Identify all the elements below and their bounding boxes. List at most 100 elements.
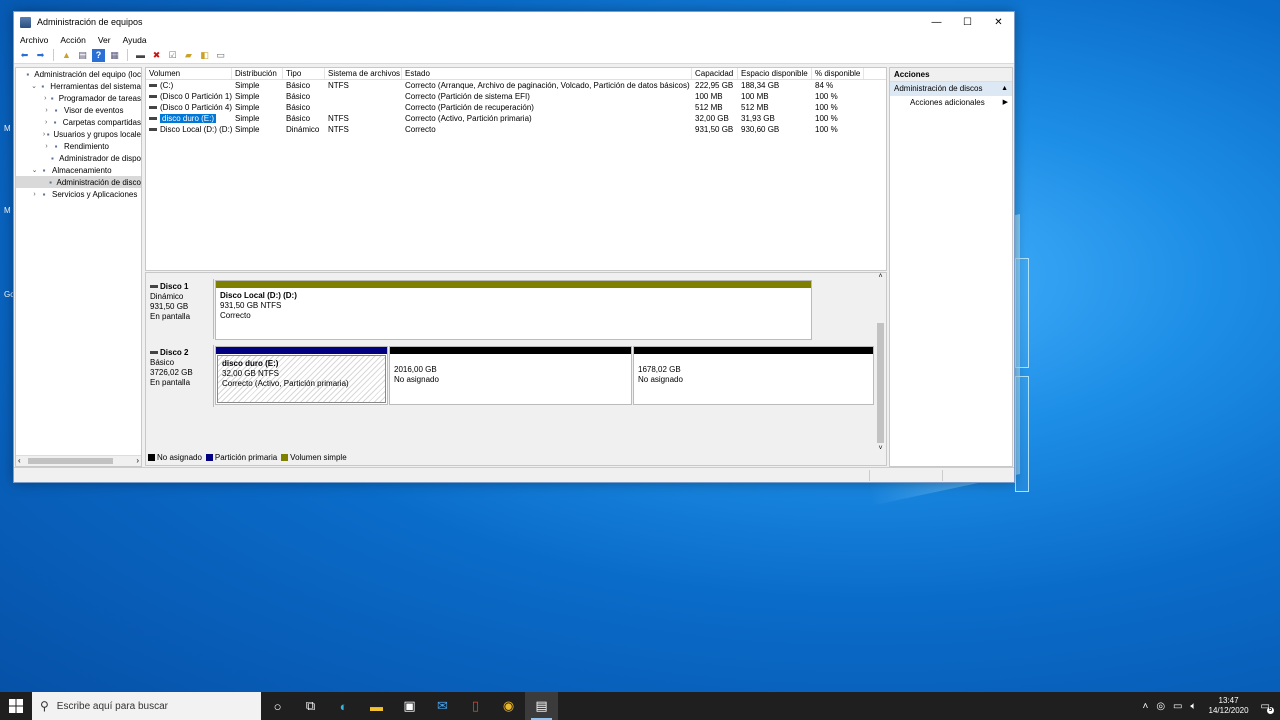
menu-accion[interactable]: Acción bbox=[60, 35, 86, 45]
notification-center-icon[interactable]: ▭ 5 bbox=[1261, 701, 1274, 714]
scroll-left-icon[interactable]: ‹ bbox=[18, 456, 21, 465]
table-cell: Simple bbox=[235, 92, 260, 101]
table-row[interactable]: disco duro (E:) Simple Básico NTFS Correcto … bbox=[146, 113, 886, 124]
table-cell: 32,00 GB bbox=[695, 114, 729, 123]
partition-disco-local-d[interactable]: Disco Local (D:) (D:) 931,50 GB NTFS Cor… bbox=[215, 280, 812, 340]
tree-item[interactable]: › ▪ Programador de tareas bbox=[16, 92, 141, 104]
tree-item[interactable]: › ▪ Visor de eventos bbox=[16, 104, 141, 116]
desktop-icon-label[interactable]: M bbox=[4, 124, 11, 133]
tree-item[interactable]: ▪ Administrador de dispo bbox=[16, 152, 141, 164]
expand-chevron-icon[interactable]: › bbox=[30, 191, 39, 198]
volume-icon[interactable]: 🔈︎ bbox=[1191, 701, 1197, 712]
close-button[interactable]: ✕ bbox=[983, 12, 1014, 32]
export-icon[interactable]: ▰ bbox=[182, 49, 195, 62]
scrollbar-thumb[interactable] bbox=[28, 458, 113, 464]
table-row[interactable]: (Disco 0 Partición 4) Simple Básico Correct… bbox=[146, 102, 886, 113]
actions-section-disk-management[interactable]: Administración de discos ▲ bbox=[890, 82, 1012, 96]
table-row[interactable]: (C:) Simple Básico NTFS Correcto (Arranque, … bbox=[146, 80, 886, 91]
disk-1-label[interactable]: Disco 1 Dinámico 931,50 GB En pantalla bbox=[146, 279, 214, 339]
column-header-capacidad[interactable]: Capacidad bbox=[692, 68, 738, 79]
tree-item[interactable]: › ▪ Usuarios y grupos locale bbox=[16, 128, 141, 140]
action-more-actions[interactable]: Acciones adicionales ▶ bbox=[890, 96, 1012, 110]
desktop-icon-label[interactable]: M bbox=[4, 206, 11, 215]
column-header-volumen[interactable]: Volumen bbox=[146, 68, 232, 79]
forward-arrow-icon[interactable]: ➡ bbox=[34, 49, 47, 62]
table-cell: Básico bbox=[286, 103, 311, 112]
expand-chevron-icon[interactable]: ⌄ bbox=[30, 82, 38, 90]
edge-icon[interactable]: ◐ bbox=[327, 692, 360, 720]
cortana-icon[interactable]: ○ bbox=[261, 692, 294, 720]
tree-item[interactable]: › ▪ Carpetas compartidas bbox=[16, 116, 141, 128]
tree-item[interactable]: ▪ Administración del equipo (loc bbox=[16, 68, 141, 80]
column-header-distribucion[interactable]: Distribución bbox=[232, 68, 283, 79]
meet-now-icon[interactable]: ◎ bbox=[1156, 701, 1165, 712]
scrollbar-thumb[interactable] bbox=[877, 323, 884, 443]
legend-item: No asignado bbox=[148, 453, 202, 462]
volume-name: (Disco 0 Partición 4) bbox=[160, 103, 232, 112]
menu-archivo[interactable]: Archivo bbox=[20, 35, 48, 45]
tree-item[interactable]: › ▪ Rendimiento bbox=[16, 140, 141, 152]
minimize-button[interactable]: — bbox=[921, 12, 952, 32]
mail-icon[interactable]: ✉ bbox=[426, 692, 459, 720]
file-explorer-icon[interactable]: ▬ bbox=[360, 692, 393, 720]
show-hidden-icons-chevron-icon[interactable]: ˄ bbox=[1142, 701, 1148, 712]
start-button[interactable] bbox=[0, 692, 32, 720]
table-row[interactable]: Disco Local (D:) (D:) Simple Dinámico NTFS C… bbox=[146, 124, 886, 135]
console-tree-icon[interactable]: ▤ bbox=[76, 49, 89, 62]
chrome-icon[interactable]: ◉ bbox=[492, 692, 525, 720]
table-cell: 100 % bbox=[815, 103, 838, 112]
maximize-button[interactable]: ☐ bbox=[952, 12, 983, 32]
scroll-up-icon[interactable]: ˄ bbox=[875, 273, 886, 281]
expand-chevron-icon[interactable]: › bbox=[42, 119, 50, 126]
tree-item[interactable]: ⌄ ▪ Herramientas del sistema bbox=[16, 80, 141, 92]
help-icon[interactable]: ? bbox=[92, 48, 105, 62]
console-tree: ▪ Administración del equipo (loc ⌄ ▪ Herrami… bbox=[15, 67, 142, 467]
store-icon[interactable]: ▣ bbox=[393, 692, 426, 720]
details-view-icon[interactable]: ▭ bbox=[214, 49, 227, 62]
computer-management-window: Administración de equipos — ☐ ✕ Archivo … bbox=[13, 11, 1015, 483]
clock[interactable]: 13:47 14/12/2020 bbox=[1209, 696, 1249, 716]
task-view-icon[interactable]: ⧉ bbox=[294, 692, 327, 720]
taskbar-search-box[interactable]: ⚲ Escribe aquí para buscar bbox=[32, 692, 261, 720]
delete-icon[interactable]: ✖ bbox=[150, 49, 163, 62]
menu-ver[interactable]: Ver bbox=[98, 35, 111, 45]
tree-item[interactable]: ▪ Administración de disco bbox=[16, 176, 141, 188]
computer-management-taskbar-icon[interactable]: ▤ bbox=[525, 692, 558, 720]
check-icon[interactable]: ☑ bbox=[166, 49, 179, 62]
column-header-estado[interactable]: Estado bbox=[402, 68, 692, 79]
table-cell: Dinámico bbox=[286, 125, 320, 134]
column-header-tipo[interactable]: Tipo bbox=[283, 68, 325, 79]
partition-disco-duro-e[interactable]: disco duro (E:) 32,00 GB NTFS Correcto (… bbox=[215, 346, 388, 405]
expand-chevron-icon[interactable]: ⌄ bbox=[30, 166, 39, 174]
scroll-down-icon[interactable]: ˅ bbox=[875, 445, 886, 453]
partition-unallocated-2[interactable]: 1678,02 GB No asignado bbox=[633, 346, 874, 405]
collapse-caret-icon[interactable]: ▲ bbox=[1001, 82, 1008, 96]
table-cell: NTFS bbox=[328, 125, 349, 134]
search-folder-icon[interactable]: ◧ bbox=[198, 49, 211, 62]
partition-unallocated-1[interactable]: 2016,00 GB No asignado bbox=[389, 346, 632, 405]
disk-2-label[interactable]: Disco 2 Básico 3726,02 GB En pantalla bbox=[146, 345, 214, 407]
expand-chevron-icon[interactable]: › bbox=[42, 107, 51, 114]
disk-graphical-view: Disco 1 Dinámico 931,50 GB En pantalla D… bbox=[145, 272, 887, 466]
tree-horizontal-scrollbar[interactable]: ‹ › bbox=[16, 455, 141, 466]
column-header-espacio-disponible[interactable]: Espacio disponible bbox=[738, 68, 812, 79]
office-icon[interactable]: ▯ bbox=[459, 692, 492, 720]
table-row[interactable]: (Disco 0 Partición 1) Simple Básico Correct… bbox=[146, 91, 886, 102]
network-icon[interactable]: ▭ bbox=[1173, 701, 1182, 712]
tree-item-label: Administrador de dispo bbox=[59, 153, 141, 163]
computer-icon: ▪ bbox=[26, 69, 30, 79]
column-header-porcentaje-disponible[interactable]: % disponible bbox=[812, 68, 864, 79]
properties-view-icon[interactable]: ▦ bbox=[108, 49, 121, 62]
up-folder-icon[interactable]: ▲ bbox=[60, 49, 73, 62]
disk-view-vertical-scrollbar[interactable]: ˄ ˅ bbox=[875, 273, 886, 453]
menu-ayuda[interactable]: Ayuda bbox=[123, 35, 147, 45]
disk-icon bbox=[150, 285, 158, 289]
tree-item[interactable]: › ▪ Servicios y Aplicaciones bbox=[16, 188, 141, 200]
back-arrow-icon[interactable]: ⬅ bbox=[18, 49, 31, 62]
connect-drive-icon[interactable]: ▬ bbox=[134, 49, 147, 62]
scroll-right-icon[interactable]: › bbox=[136, 456, 139, 465]
expand-chevron-icon[interactable]: › bbox=[42, 143, 51, 150]
title-bar[interactable]: Administración de equipos — ☐ ✕ bbox=[14, 12, 1014, 32]
column-header-sistema-archivos[interactable]: Sistema de archivos bbox=[325, 68, 402, 79]
tree-item[interactable]: ⌄ ▪ Almacenamiento bbox=[16, 164, 141, 176]
